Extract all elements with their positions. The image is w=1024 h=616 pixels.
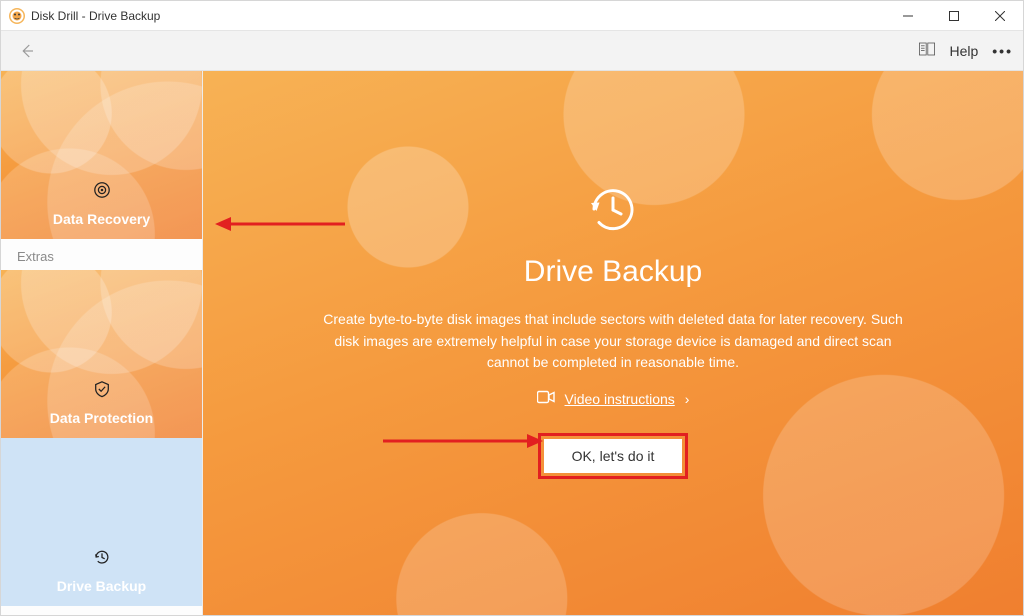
video-instructions-link[interactable]: Video instructions: [565, 391, 675, 407]
extras-label: Extras: [1, 239, 202, 270]
titlebar: Disk Drill - Drive Backup: [1, 1, 1023, 31]
help-button[interactable]: Help: [949, 43, 978, 59]
main-panel: Drive Backup Create byte-to-byte disk im…: [203, 71, 1023, 615]
video-camera-icon: [537, 390, 555, 407]
app-window: Disk Drill - Drive Backup Help •••: [0, 0, 1024, 616]
annotation-arrow: [215, 214, 345, 234]
window-title: Disk Drill - Drive Backup: [31, 9, 160, 23]
sidebar: Data Recovery Extras Data Protection Dri…: [1, 71, 203, 615]
shield-icon: [93, 380, 111, 398]
titlebar-left: Disk Drill - Drive Backup: [1, 8, 160, 24]
annotation-highlight-cta: OK, let's do it: [538, 433, 689, 479]
toolbar: Help •••: [1, 31, 1023, 71]
app-icon: [9, 8, 25, 24]
maximize-button[interactable]: [931, 1, 977, 31]
window-controls: [885, 1, 1023, 31]
chevron-right-icon: ›: [685, 391, 690, 407]
back-button[interactable]: [11, 35, 43, 67]
drive-backup-hero-icon: [585, 181, 641, 237]
annotation-highlight-sidebar: Drive Backup: [1, 438, 202, 606]
minimize-button[interactable]: [885, 1, 931, 31]
backup-history-icon: [93, 548, 111, 566]
video-instructions-row: Video instructions ›: [537, 390, 690, 407]
ok-lets-do-it-button[interactable]: OK, let's do it: [544, 439, 683, 473]
target-icon: [93, 181, 111, 199]
sidebar-item-drive-backup[interactable]: Drive Backup: [1, 438, 202, 606]
more-menu-icon[interactable]: •••: [992, 43, 1013, 59]
sidebar-item-data-protection[interactable]: Data Protection: [1, 270, 202, 438]
panel-toggle-icon[interactable]: [919, 42, 935, 59]
sidebar-item-label: Data Recovery: [53, 211, 150, 227]
recent-sessions-label: Recent sessions: [1, 606, 202, 615]
hero-title: Drive Backup: [524, 255, 702, 289]
sidebar-item-data-recovery[interactable]: Data Recovery: [1, 71, 202, 239]
close-button[interactable]: [977, 1, 1023, 31]
sidebar-item-label: Data Protection: [50, 410, 153, 426]
body: Data Recovery Extras Data Protection Dri…: [1, 71, 1023, 615]
annotation-arrow: [383, 431, 543, 451]
hero-description: Create byte-to-byte disk images that inc…: [313, 309, 913, 374]
sidebar-item-label: Drive Backup: [57, 578, 146, 594]
